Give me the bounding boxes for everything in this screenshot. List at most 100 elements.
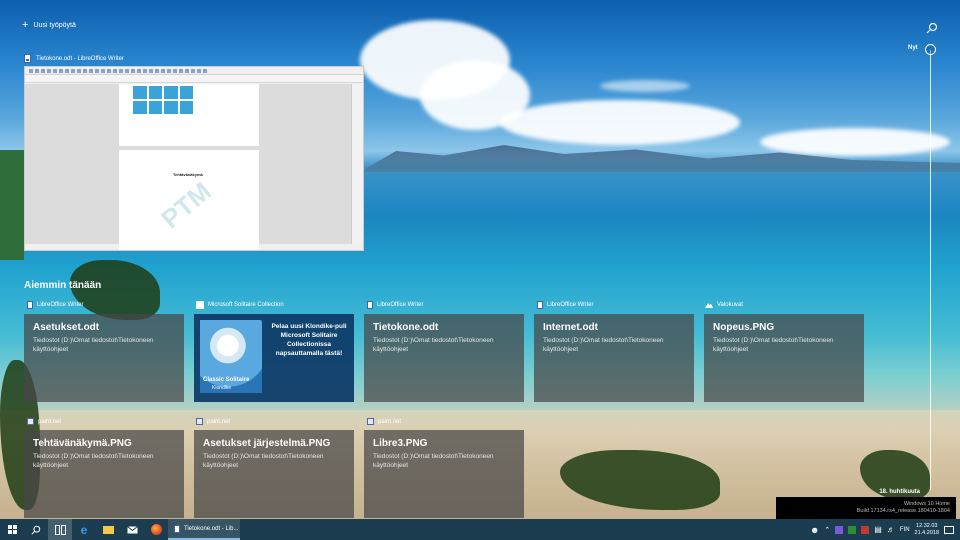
activity-card[interactable]: Asetukset järjestelmä.PNG Tiedostot (D:)… bbox=[194, 430, 354, 518]
solitaire-icon bbox=[196, 301, 204, 309]
cloud bbox=[760, 128, 950, 156]
mail-button[interactable] bbox=[120, 519, 144, 540]
build-watermark-build: Build 17134.rs4_release.180410-1804 bbox=[856, 508, 950, 514]
edge-button[interactable]: e bbox=[72, 519, 96, 540]
taskbar-app-writer[interactable]: Tietokone.odt - Lib... bbox=[168, 519, 240, 540]
card-app-label: paint.net bbox=[367, 418, 401, 425]
activity-card[interactable]: Asetukset.odt Tiedostot (D:)\Omat tiedos… bbox=[24, 314, 184, 402]
card-title: Internet.odt bbox=[543, 322, 598, 333]
folder-icon bbox=[102, 525, 114, 534]
clock-date: 21.4.2018 bbox=[914, 529, 939, 536]
activity-card[interactable]: Nopeus.PNG Tiedostot (D:)\Omat tiedostot… bbox=[704, 314, 864, 402]
timeline-handle[interactable] bbox=[925, 44, 936, 55]
build-watermark: Windows 10 Home Build 17134.rs4_release.… bbox=[776, 497, 956, 519]
people-icon[interactable]: ☻ bbox=[810, 525, 819, 535]
card-title: Nopeus.PNG bbox=[713, 322, 775, 333]
window-title[interactable]: Tietokone.odt - LibreOffice Writer bbox=[24, 54, 124, 63]
card-path: Tiedostot (D:)\Omat tiedostot\Tietokonee… bbox=[33, 337, 154, 353]
timeline-date-label[interactable]: 18. huhtikuuta bbox=[879, 489, 920, 495]
build-watermark-edition: Windows 10 Home bbox=[903, 501, 950, 507]
app-tray-icon[interactable] bbox=[848, 525, 857, 534]
chevron-up-icon[interactable]: ⌃ bbox=[824, 526, 830, 534]
writer-doc-icon bbox=[174, 524, 180, 533]
file-explorer-button[interactable] bbox=[96, 519, 120, 540]
new-desktop-button[interactable]: + Uusi työpöytä bbox=[22, 19, 76, 31]
card-path: Tiedostot (D:)\Omat tiedostot\Tietokonee… bbox=[373, 453, 494, 469]
app-tray-icon[interactable] bbox=[835, 525, 844, 534]
cloud bbox=[600, 80, 690, 92]
card-path: Tiedostot (D:)\Omat tiedostot\Tietokonee… bbox=[373, 337, 494, 353]
firefox-icon bbox=[150, 524, 162, 535]
activity-card[interactable]: Tehtävänäkymä.PNG Tiedostot (D:)\Omat ti… bbox=[24, 430, 184, 518]
language-indicator[interactable]: FIN bbox=[900, 527, 910, 533]
mail-icon bbox=[126, 525, 138, 533]
timeline-track[interactable] bbox=[930, 50, 931, 490]
writer-doc-icon bbox=[367, 301, 373, 309]
thumbnail-grid bbox=[133, 86, 193, 114]
clock-time: 12.32.03 bbox=[916, 522, 938, 529]
search-button[interactable] bbox=[24, 519, 48, 540]
task-view-button[interactable] bbox=[48, 519, 72, 540]
network-icon[interactable]: ▤ bbox=[874, 525, 882, 534]
card-path: Tiedostot (D:)\Omat tiedostot\Tietokonee… bbox=[713, 337, 834, 353]
writer-sidebar bbox=[351, 84, 363, 244]
new-desktop-label: Uusi työpöytä bbox=[33, 22, 76, 29]
card-app-label: Valokuvat bbox=[705, 301, 743, 308]
activity-card[interactable]: Libre3.PNG Tiedostot (D:)\Omat tiedostot… bbox=[364, 430, 524, 518]
writer-doc-icon bbox=[24, 54, 31, 63]
paintnet-icon bbox=[367, 418, 374, 425]
windows-logo-icon bbox=[7, 525, 17, 534]
card-app-label: LibreOffice Writer bbox=[537, 301, 593, 309]
activity-card[interactable]: Tietokone.odt Tiedostot (D:)\Omat tiedos… bbox=[364, 314, 524, 402]
card-path: Tiedostot (D:)\Omat tiedostot\Tietokonee… bbox=[543, 337, 664, 353]
polar-bear-image: Classic Solitaire Klondike bbox=[200, 320, 262, 393]
plus-icon: + bbox=[22, 19, 29, 31]
writer-doc-icon bbox=[537, 301, 543, 309]
clock[interactable]: 12.32.03 21.4.2018 bbox=[915, 523, 939, 537]
timeline-now-label: Nyt bbox=[908, 45, 918, 51]
writer-toolbar bbox=[25, 67, 363, 75]
card-app-label: paint.net bbox=[27, 418, 61, 425]
paintnet-icon bbox=[196, 418, 203, 425]
window-thumbnail[interactable]: Tehtävänäkymä PTM bbox=[24, 66, 364, 251]
document-watermark: PTM bbox=[155, 175, 217, 235]
document-canvas: Tehtävänäkymä PTM bbox=[25, 84, 351, 250]
card-title: Libre3.PNG bbox=[373, 438, 428, 449]
writer-format-bar bbox=[25, 75, 363, 83]
ad-text: Pelaa uusi Klondike-puli Microsoft Solit… bbox=[271, 323, 347, 357]
ad-caption: Classic Solitaire bbox=[203, 377, 250, 383]
card-app-label: LibreOffice Writer bbox=[367, 301, 423, 309]
card-title: Asetukset järjestelmä.PNG bbox=[203, 438, 331, 449]
document-page: Tehtävänäkymä PTM bbox=[119, 150, 259, 250]
card-path: Tiedostot (D:)\Omat tiedostot\Tietokonee… bbox=[33, 453, 154, 469]
card-app-label: paint.net bbox=[196, 418, 230, 425]
app-tray-icon[interactable] bbox=[861, 525, 870, 534]
activity-card[interactable]: Internet.odt Tiedostot (D:)\Omat tiedost… bbox=[534, 314, 694, 402]
taskbar-app-label: Tietokone.odt - Lib... bbox=[184, 525, 239, 532]
task-view-icon bbox=[54, 524, 66, 535]
photos-icon bbox=[705, 303, 713, 308]
writer-doc-icon bbox=[27, 301, 33, 309]
ad-subcaption: Klondike bbox=[212, 385, 232, 391]
notifications-icon[interactable] bbox=[944, 525, 954, 534]
cloud bbox=[500, 100, 740, 145]
search-icon[interactable] bbox=[926, 22, 938, 34]
volume-icon[interactable]: ♬ bbox=[887, 525, 895, 534]
paintnet-icon bbox=[27, 418, 34, 425]
card-app-label: LibreOffice Writer bbox=[27, 301, 83, 309]
card-title: Asetukset.odt bbox=[33, 322, 100, 333]
window-title-text: Tietokone.odt - LibreOffice Writer bbox=[36, 55, 124, 62]
island bbox=[0, 150, 24, 260]
section-title: Aiemmin tänään bbox=[24, 280, 102, 291]
solitaire-ad-card[interactable]: Classic Solitaire Klondike Pelaa uusi Kl… bbox=[194, 314, 354, 402]
card-path: Tiedostot (D:)\Omat tiedostot\Tietokonee… bbox=[203, 453, 324, 469]
start-button[interactable] bbox=[0, 519, 24, 540]
card-title: Tehtävänäkymä.PNG bbox=[33, 438, 132, 449]
card-app-label: Microsoft Solitaire Collection bbox=[196, 301, 284, 309]
document-page bbox=[119, 84, 259, 146]
search-icon bbox=[31, 525, 41, 535]
edge-icon: e bbox=[80, 522, 88, 537]
firefox-button[interactable] bbox=[144, 519, 168, 540]
system-tray: ☻ ⌃ ▤ ♬ FIN 12.32.03 21.4.2018 bbox=[810, 519, 960, 540]
card-title: Tietokone.odt bbox=[373, 322, 439, 333]
